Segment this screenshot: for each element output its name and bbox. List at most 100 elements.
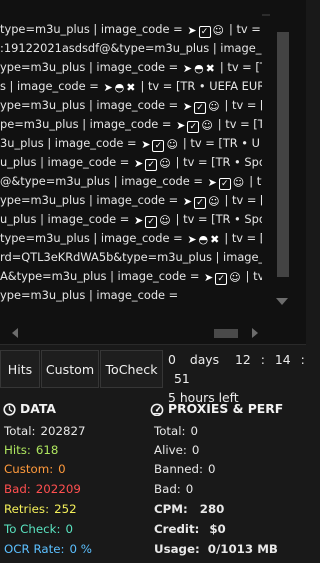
log-line-text: pe=m3u_plus | image_code = xyxy=(0,117,176,131)
timer-minutes: 14 xyxy=(274,352,291,367)
checkbox-icon: ✓ xyxy=(198,26,211,38)
stat-custom-label: Custom: xyxy=(4,462,54,476)
scroll-left-arrow-icon[interactable] xyxy=(12,328,18,338)
stat-ocr-rate: OCR Rate: 0 % xyxy=(4,540,92,558)
proxy-banned-label: Banned: xyxy=(154,462,203,476)
log-line: pe=m3u_plus | image_code = ➤ ✓ ☺ | tv = [T xyxy=(0,115,262,134)
clock-icon xyxy=(3,403,16,421)
horizontal-scrollbar[interactable] xyxy=(0,322,262,344)
perf-cpm-value: 280 xyxy=(199,502,225,516)
log-line: u_plus | image_code = ➤ ✓ ☺ | tv = [TR • Sp… xyxy=(0,153,262,172)
log-line: s | image_code = ➤ ◓ ✖ | tv = [TR • UEFA EU… xyxy=(0,77,262,96)
checkbox-icon: ✓ xyxy=(145,159,158,171)
tab-custom[interactable]: Custom xyxy=(41,350,99,388)
log-line: type=m3u_plus | image_code = ➤ ◓ ✖ | tv = [ xyxy=(0,229,262,248)
tab-hits[interactable]: Hits xyxy=(0,350,40,388)
scroll-down-arrow-icon[interactable] xyxy=(276,298,288,305)
face-icon: ☺ xyxy=(166,138,178,151)
data-title-text: DATA xyxy=(20,401,56,416)
proxy-bad-value: 0 xyxy=(185,482,194,496)
horizontal-scroll-thumb[interactable] xyxy=(214,329,238,338)
ghost-icon: ◓ xyxy=(198,233,209,246)
log-line-text: :19122021asdsdf@&type=m3u_plus | image_c… xyxy=(0,41,262,55)
perf-credit: Credit: $0 xyxy=(154,520,226,538)
perf-usage: Usage: 0/1013 MB xyxy=(154,540,278,558)
cross-icon: ✖ xyxy=(126,81,136,94)
log-line-text: type=m3u_plus | image_code = xyxy=(0,231,187,245)
proxies-section-title: PROXIES & PERF xyxy=(150,400,283,418)
log-line-text: u_plus | image_code = xyxy=(0,155,133,169)
log-line: type=m3u_plus | image_code = ➤✓☺ | tv = [… xyxy=(0,20,262,39)
data-section-title: DATA xyxy=(3,400,56,418)
timer-seconds: 51 xyxy=(174,371,190,386)
face-icon: ☺ xyxy=(208,195,220,208)
cross-icon: ✖ xyxy=(205,62,215,75)
checkbox-icon: ✓ xyxy=(194,197,207,209)
checkbox-icon: ✓ xyxy=(187,121,200,133)
log-line: :19122021asdsdf@&type=m3u_plus | image_c… xyxy=(0,39,262,58)
perf-credit-value: $0 xyxy=(209,522,226,536)
log-line-tail: | tv = [T xyxy=(219,60,262,74)
log-line: rd=QTL3eKRdWA5b&type=m3u_plus | image_co… xyxy=(0,248,262,267)
log-line: ype=m3u_plus | image_code = xyxy=(0,286,262,305)
log-line-text: s | image_code = xyxy=(0,79,103,93)
proxy-alive: Alive: 0 xyxy=(154,441,199,459)
timer-separator: : xyxy=(260,352,265,367)
log-line: ype=m3u_plus | image_code = ➤ ✓ ☺ | tv = [ xyxy=(0,191,262,210)
proxy-bad-label: Bad: xyxy=(154,482,181,496)
elapsed-timer: 0 days 12 : 14 : 51 5 hours left xyxy=(168,350,306,407)
log-line-tail: | tv = [T xyxy=(229,22,262,36)
log-line-text: type=m3u_plus | image_code = xyxy=(0,22,187,36)
arrow-icon: ➤ xyxy=(182,195,193,208)
log-output[interactable]: type=m3u_plus | image_code = ➤✓☺| tv = [… xyxy=(0,20,262,321)
arrow-icon: ➤ xyxy=(182,100,193,113)
log-line-text: A&type=m3u_plus | image_code = xyxy=(0,269,203,283)
scroll-right-arrow-icon[interactable] xyxy=(252,328,258,338)
stat-ocr-rate-label: OCR Rate: xyxy=(4,542,65,556)
cross-icon: ✖ xyxy=(210,233,220,246)
log-line-tail: | tv = [T xyxy=(217,117,262,131)
ghost-icon: ◓ xyxy=(114,81,125,94)
log-line-text: ype=m3u_plus | image_code = xyxy=(0,98,182,112)
vertical-scroll-thumb[interactable] xyxy=(277,32,289,277)
arrow-icon: ➤ xyxy=(103,81,113,94)
log-line-text: ype=m3u_plus | image_code = xyxy=(0,193,182,207)
tab-tocheck[interactable]: ToCheck xyxy=(100,350,163,388)
log-line-tail: | tv = [ xyxy=(224,231,262,245)
proxy-bad: Bad: 0 xyxy=(154,480,193,498)
face-icon: ☺ xyxy=(201,119,213,132)
checkbox-icon: ✓ xyxy=(145,216,158,228)
stat-total: Total: 202827 xyxy=(4,422,86,440)
log-line-tail: | tv = [TR • U xyxy=(182,136,260,150)
proxy-total-value: 0 xyxy=(190,424,199,438)
stat-custom-value: 0 xyxy=(58,462,66,476)
checkbox-icon: ✓ xyxy=(218,178,231,190)
proxy-alive-value: 0 xyxy=(191,443,200,457)
timer-days-label: days xyxy=(189,352,220,367)
log-line-text: rd=QTL3eKRdWA5b&type=m3u_plus | image_co… xyxy=(0,250,262,264)
log-line-tail: | tv = [TR • Spo xyxy=(175,212,262,226)
perf-cpm: CPM: 280 xyxy=(154,500,224,518)
log-line-text: ype=m3u_plus | image_code = xyxy=(0,60,182,74)
log-line: 3u_plus | image_code = ➤ ✓ ☺ | tv = [TR • U xyxy=(0,134,262,153)
log-line: ype=m3u_plus | image_code = ➤◓✖ | tv = [T xyxy=(0,58,262,77)
checkbox-icon: ✓ xyxy=(215,273,228,285)
stat-total-label: Total: xyxy=(4,424,36,438)
stat-total-value: 202827 xyxy=(40,424,86,438)
vertical-scrollbar[interactable] xyxy=(270,20,296,320)
arrow-icon: ➤ xyxy=(176,119,186,132)
arrow-icon: ➤ xyxy=(203,271,214,284)
log-line-text: 3u_plus | image_code = xyxy=(0,136,141,150)
log-line-tail: | tv xyxy=(249,174,262,188)
stat-retries: Retries: 252 xyxy=(4,500,77,518)
arrow-icon: ➤ xyxy=(133,214,144,227)
stat-custom: Custom: 0 xyxy=(4,460,66,478)
checkbox-icon: ✓ xyxy=(152,140,165,152)
proxy-banned: Banned: 0 xyxy=(154,460,216,478)
checkbox-icon: ✓ xyxy=(194,102,207,114)
stat-retries-label: Retries: xyxy=(4,502,50,516)
log-line: @&type=m3u_plus | image_code = ➤✓☺ | tv xyxy=(0,172,262,191)
log-line-tail: | tv = [ xyxy=(224,193,262,207)
face-icon: ☺ xyxy=(212,24,224,37)
stat-bad-label: Bad: xyxy=(4,482,31,496)
